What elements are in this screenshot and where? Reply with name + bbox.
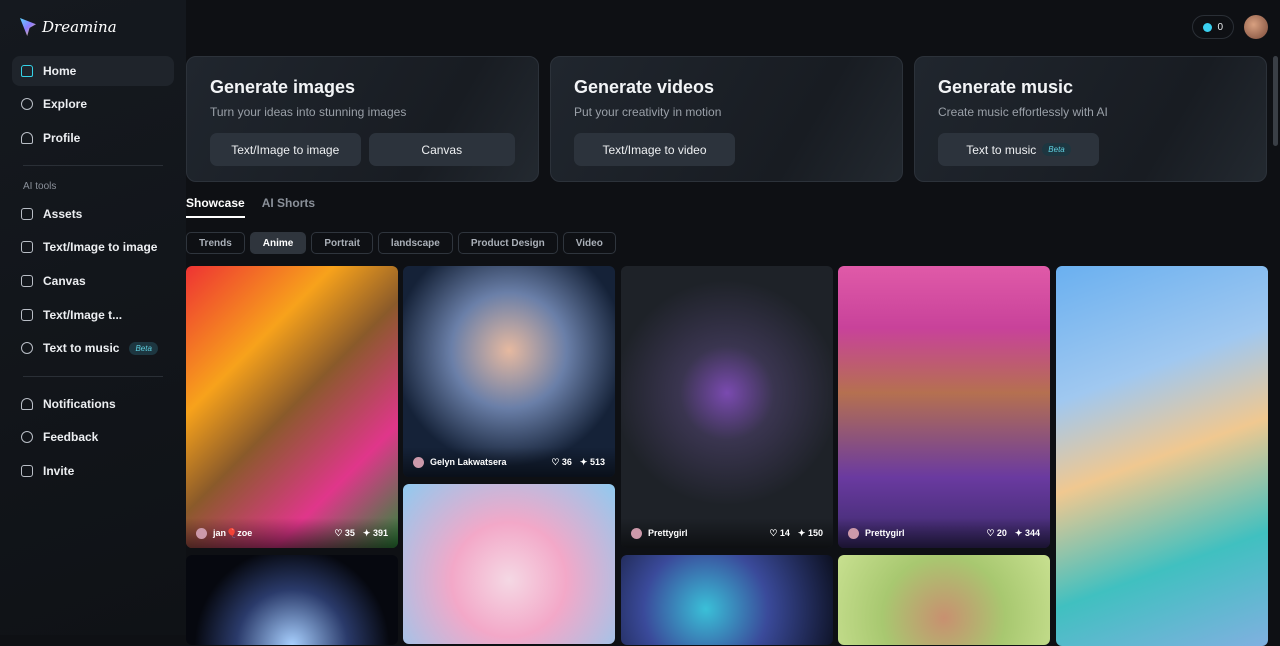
- author-avatar: [196, 527, 207, 539]
- scrollbar[interactable]: [1273, 56, 1278, 146]
- home-icon: [21, 65, 33, 77]
- divider: [23, 376, 163, 377]
- beta-badge: Beta: [129, 341, 158, 355]
- feed-item[interactable]: [1056, 266, 1268, 646]
- card-title: Generate images: [210, 77, 356, 97]
- filter-product-design[interactable]: Product Design: [457, 232, 558, 254]
- like-count[interactable]: ♡ 36: [551, 457, 572, 468]
- sidebar-item-feedback[interactable]: Feedback: [12, 422, 174, 452]
- filter-video[interactable]: Video: [562, 232, 616, 254]
- music-icon: [21, 342, 33, 354]
- user-icon: [21, 132, 33, 144]
- folder-icon: [21, 208, 33, 220]
- top-right-controls: 0: [1192, 15, 1268, 39]
- card-title: Generate music: [938, 77, 1074, 97]
- canvas-button[interactable]: Canvas: [368, 133, 515, 166]
- feed-item[interactable]: jan🎈zoe ♡ 35 ✦ 391: [186, 266, 398, 548]
- credits-button[interactable]: 0: [1192, 15, 1234, 39]
- card-title: Generate videos: [574, 77, 715, 97]
- filter-portrait[interactable]: Portrait: [311, 232, 373, 254]
- divider: [23, 165, 163, 166]
- compass-icon: [21, 98, 33, 110]
- filter-chips: Trends Anime Portrait landscape Product …: [186, 232, 616, 254]
- remix-count[interactable]: ✦ 513: [580, 457, 605, 468]
- sidebar-item-canvas[interactable]: Canvas: [12, 266, 174, 296]
- card-generate-music: Generate music Create music effortlessly…: [914, 56, 1267, 182]
- canvas-icon: [21, 275, 33, 287]
- card-generate-images: Generate images Turn your ideas into stu…: [186, 56, 539, 182]
- feed-item[interactable]: [403, 484, 615, 644]
- chat-icon: [21, 431, 33, 443]
- sidebar-item-profile[interactable]: Profile: [12, 123, 174, 153]
- remix-count[interactable]: ✦ 344: [1015, 528, 1040, 539]
- feed-item[interactable]: [186, 555, 398, 645]
- tab-showcase[interactable]: Showcase: [186, 196, 245, 218]
- sidebar-item-notifications[interactable]: Notifications: [12, 389, 174, 419]
- feed-item[interactable]: Prettygirl ♡ 20 ✦ 344: [838, 266, 1050, 548]
- filter-trends[interactable]: Trends: [186, 232, 245, 254]
- feed-item[interactable]: Gelyn Lakwatsera ♡ 36 ✦ 513: [403, 266, 615, 477]
- sidebar-item-text-image-to-video[interactable]: Text/Image t...: [12, 300, 174, 330]
- tab-ai-shorts[interactable]: AI Shorts: [262, 196, 315, 218]
- like-count[interactable]: ♡ 35: [334, 528, 355, 539]
- sidebar-item-text-to-music[interactable]: Text to music Beta: [12, 333, 174, 363]
- sidebar: Dreamina Home Explore Profile AI tools A…: [0, 0, 186, 635]
- sidebar-item-text-image-to-image[interactable]: Text/Image to image: [12, 232, 174, 262]
- sidebar-item-invite[interactable]: Invite: [12, 456, 174, 486]
- filter-landscape[interactable]: landscape: [377, 232, 453, 254]
- feed-tabs: Showcase AI Shorts: [186, 196, 315, 218]
- section-label: AI tools: [23, 181, 57, 192]
- sidebar-item-explore[interactable]: Explore: [12, 89, 174, 119]
- sidebar-item-home[interactable]: Home: [12, 56, 174, 86]
- card-subtitle: Create music effortlessly with AI: [938, 105, 1108, 119]
- author-avatar: [413, 456, 424, 468]
- author-avatar: [631, 527, 642, 539]
- card-subtitle: Put your creativity in motion: [574, 105, 722, 119]
- image-plus-icon: [21, 241, 33, 253]
- text-image-to-video-button[interactable]: Text/Image to video: [574, 133, 735, 166]
- gift-icon: [21, 465, 33, 477]
- author-avatar: [848, 527, 859, 539]
- feed-item[interactable]: [621, 555, 833, 645]
- text-image-to-image-button[interactable]: Text/Image to image: [210, 133, 361, 166]
- card-generate-videos: Generate videos Put your creativity in m…: [550, 56, 903, 182]
- like-count[interactable]: ♡ 14: [769, 528, 790, 539]
- bell-icon: [21, 398, 33, 410]
- video-icon: [21, 309, 33, 321]
- beta-badge: Beta: [1042, 143, 1071, 156]
- like-count[interactable]: ♡ 20: [986, 528, 1007, 539]
- card-subtitle: Turn your ideas into stunning images: [210, 105, 407, 119]
- sidebar-item-assets[interactable]: Assets: [12, 199, 174, 229]
- feed-item[interactable]: Prettygirl ♡ 14 ✦ 150: [621, 266, 833, 548]
- feed-item[interactable]: [838, 555, 1050, 645]
- remix-count[interactable]: ✦ 150: [798, 528, 823, 539]
- text-to-music-button[interactable]: Text to music Beta: [938, 133, 1099, 166]
- filter-anime[interactable]: Anime: [249, 232, 307, 254]
- remix-count[interactable]: ✦ 391: [363, 528, 388, 539]
- logo[interactable]: Dreamina: [20, 18, 117, 36]
- dreamina-logo-icon: [20, 18, 36, 36]
- avatar[interactable]: [1244, 15, 1268, 39]
- credit-icon: [1203, 22, 1213, 32]
